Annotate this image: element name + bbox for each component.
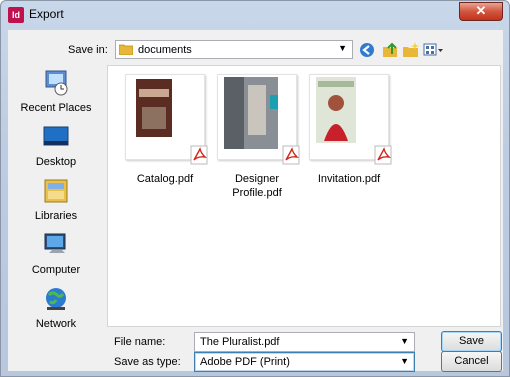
- filename-value: The Pluralist.pdf: [200, 336, 280, 348]
- close-button[interactable]: ✕: [459, 2, 503, 21]
- place-label: Network: [35, 318, 77, 330]
- place-label: Computer: [31, 264, 81, 276]
- file-name: Designer Profile.pdf: [232, 173, 282, 199]
- chevron-down-icon: ▼: [400, 336, 409, 346]
- savetype-value: Adobe PDF (Print): [200, 356, 290, 368]
- dialog-body: Save in: documents ▼ Recent Places Deskt…: [8, 30, 503, 372]
- up-folder-icon[interactable]: [381, 41, 399, 59]
- new-folder-icon[interactable]: [402, 41, 420, 59]
- file-item[interactable]: Catalog.pdf: [117, 74, 213, 186]
- back-icon[interactable]: [358, 41, 376, 59]
- desktop-icon: [43, 126, 69, 146]
- file-name: Invitation.pdf: [317, 173, 381, 185]
- indesign-app-icon: Id: [8, 7, 24, 23]
- file-thumbnail: [125, 74, 208, 165]
- savetype-dropdown[interactable]: Adobe PDF (Print) ▼: [194, 352, 415, 372]
- libraries-icon: [44, 179, 68, 203]
- place-libraries[interactable]: Libraries: [10, 177, 102, 222]
- computer-icon: [44, 233, 66, 253]
- title-bar[interactable]: Id Export ✕: [1, 1, 509, 29]
- dialog-title: Export: [29, 7, 64, 21]
- view-menu-icon[interactable]: [423, 41, 445, 59]
- file-thumbnail: [217, 74, 300, 165]
- savetype-label: Save as type:: [114, 356, 181, 368]
- file-item[interactable]: Invitation.pdf: [301, 74, 397, 186]
- place-label: Libraries: [34, 210, 78, 222]
- network-icon: [46, 288, 66, 310]
- pdf-icon: [282, 145, 300, 165]
- save-button[interactable]: Save: [441, 331, 502, 352]
- recent-places-icon: [45, 70, 68, 96]
- chevron-down-icon: ▼: [338, 43, 347, 53]
- folder-icon: [119, 44, 133, 55]
- file-thumbnail: [309, 74, 392, 165]
- place-network[interactable]: Network: [10, 285, 102, 330]
- chevron-down-icon: ▼: [400, 356, 409, 366]
- file-list[interactable]: Catalog.pdf Designer Profile.pdf Invitat…: [107, 65, 501, 327]
- place-computer[interactable]: Computer: [10, 231, 102, 276]
- place-recent-places[interactable]: Recent Places: [10, 69, 102, 114]
- savein-dropdown[interactable]: documents ▼: [115, 40, 353, 59]
- savein-value: documents: [138, 44, 192, 56]
- places-bar: Recent Places Desktop Libraries Computer: [10, 65, 102, 369]
- place-label: Recent Places: [20, 102, 92, 114]
- pdf-icon: [190, 145, 208, 165]
- savein-label: Save in:: [68, 44, 108, 56]
- pdf-icon: [374, 145, 392, 165]
- place-label: Desktop: [35, 156, 77, 168]
- file-name: Catalog.pdf: [136, 173, 194, 185]
- filename-field[interactable]: The Pluralist.pdf ▼: [194, 332, 415, 352]
- export-dialog: Id Export ✕ Save in: documents ▼ Recent …: [0, 0, 510, 377]
- cancel-button[interactable]: Cancel: [441, 351, 502, 372]
- filename-label: File name:: [114, 336, 166, 348]
- file-item[interactable]: Designer Profile.pdf: [209, 74, 305, 200]
- place-desktop[interactable]: Desktop: [10, 123, 102, 168]
